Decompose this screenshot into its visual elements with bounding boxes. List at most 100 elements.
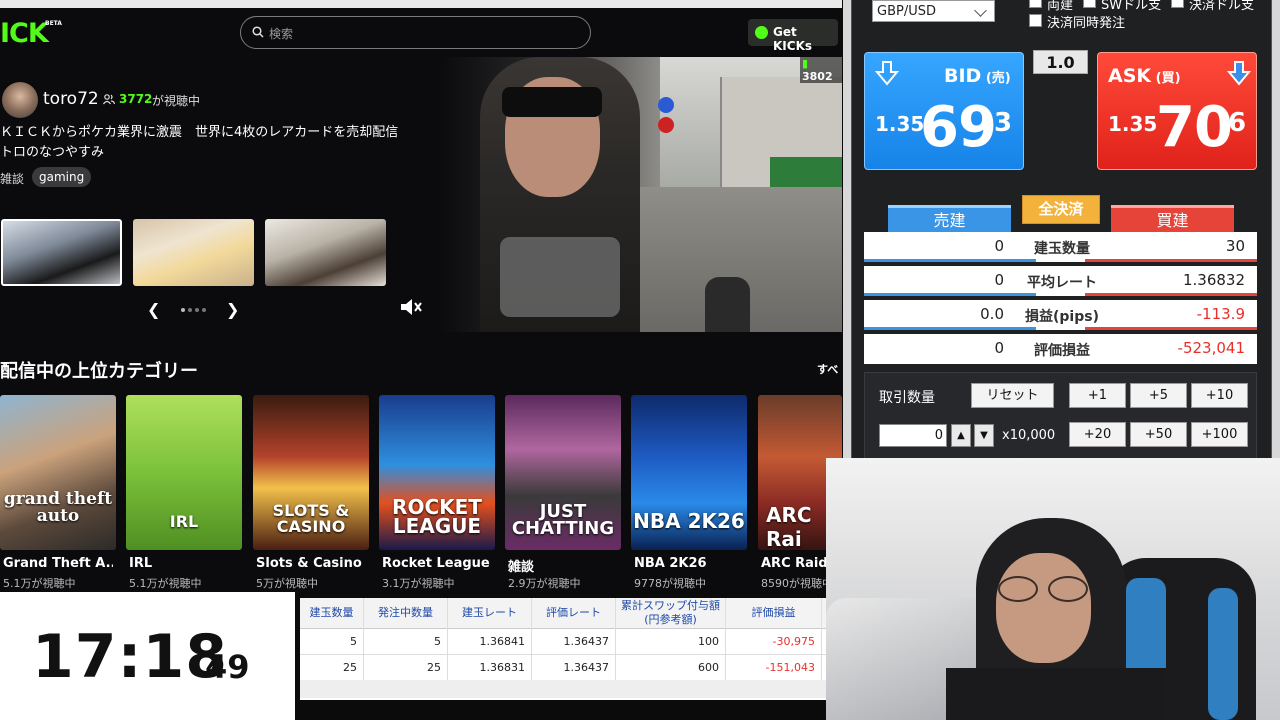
ask-price-main: 70 (1156, 95, 1233, 160)
column-header: 発注中数量 (364, 598, 448, 629)
table-cell: 1.36841 (448, 629, 532, 655)
carousel-dot[interactable] (188, 308, 192, 312)
webcam-glasses (998, 576, 1038, 602)
close-all-button[interactable]: 全決済 (1022, 195, 1100, 224)
row-label: 評価損益 (1034, 343, 1090, 359)
positions-table: 建玉数量 発注中数量 建玉レート 評価レート 累計スワップ付与額 (円参考額) … (300, 598, 834, 700)
buy-value: -523,041 (1177, 339, 1245, 357)
inc-1-button[interactable]: +1 (1069, 383, 1126, 408)
arrow-down-icon (875, 61, 899, 86)
checkbox-settle[interactable] (1171, 0, 1184, 8)
category-cover: JUST CHATTING (511, 501, 615, 539)
carousel-thumbnail-3[interactable] (265, 219, 386, 286)
buy-value: 30 (1225, 237, 1245, 255)
buy-bar (1085, 293, 1257, 296)
category-card-nba-2k26[interactable]: NBA 2K26 (631, 395, 747, 550)
categories-heading: 配信中の上位カテゴリー (0, 361, 198, 382)
category-card-rocket-league[interactable]: ROCKET LEAGUE (379, 395, 495, 550)
category-card-just-chatting[interactable]: JUST CHATTING (505, 395, 621, 550)
checkbox-sw[interactable] (1083, 0, 1096, 8)
stream-video[interactable] (440, 57, 842, 332)
sell-value: 0 (994, 339, 1004, 357)
video-object (500, 237, 620, 317)
reset-button[interactable]: リセット (971, 383, 1054, 408)
video-viewer-count: 3802 (802, 70, 833, 83)
category-name[interactable]: NBA 2K26 (634, 556, 707, 571)
column-header: 建玉レート (448, 598, 532, 629)
category-card-irl[interactable]: IRL (126, 395, 242, 550)
bid-label: BID (売) (944, 65, 1011, 87)
ask-label: ASK (買) (1108, 65, 1181, 87)
carousel-thumbnail-2[interactable] (133, 219, 254, 286)
category-name[interactable]: Grand Theft A... (3, 556, 113, 571)
buy-value: -113.9 (1196, 305, 1245, 323)
inc-10-button[interactable]: +10 (1191, 383, 1248, 408)
buy-bar (1085, 259, 1257, 262)
stream-title[interactable]: ＫＩＣＫからポケカ業界に激震 世界に4枚のレアカードを売却配信 トロのなつやすみ (0, 123, 411, 163)
buy-bar (1085, 327, 1257, 330)
quantity-input[interactable]: 0 (879, 424, 947, 447)
column-header: 評価レート (532, 598, 616, 629)
inc-20-button[interactable]: +20 (1069, 422, 1126, 447)
carousel-dot[interactable] (195, 308, 199, 312)
category-name[interactable]: ARC Raide (761, 556, 831, 571)
category-viewers: 3.1万が視聴中 (382, 577, 455, 590)
checkbox-hedge[interactable] (1029, 0, 1042, 8)
checkbox-simultaneous[interactable] (1029, 14, 1042, 27)
browser-top-strip (0, 0, 842, 8)
unit-label: x10,000 (1002, 428, 1056, 443)
tab-sell-positions[interactable]: 売建 (888, 205, 1011, 234)
kick-logo[interactable]: ICK (0, 18, 49, 49)
ask-label-text: ASK (1108, 65, 1152, 87)
column-header: 建玉数量 (300, 598, 364, 629)
table-cell: 1.36437 (532, 629, 616, 655)
quantity-decrease-button[interactable]: ▼ (974, 424, 994, 447)
clock-seconds: 49 (205, 648, 250, 686)
inc-50-button[interactable]: +50 (1130, 422, 1187, 447)
chevron-left-icon[interactable]: ❮ (147, 300, 160, 319)
mute-icon[interactable] (398, 296, 422, 318)
carousel-dot[interactable] (181, 308, 185, 312)
table-footer (300, 680, 834, 698)
bid-label-jp: (売) (985, 71, 1011, 86)
viewers-icon (103, 94, 115, 105)
lot-size-label: 取引数量 (879, 390, 935, 406)
streamer-name[interactable]: toro72 (43, 89, 99, 109)
viewer-count: 3772 (119, 92, 153, 106)
search-input[interactable]: 検索 (240, 16, 591, 49)
inc-5-button[interactable]: +5 (1130, 383, 1187, 408)
stream-category[interactable]: 雑談 (0, 170, 24, 187)
category-name[interactable]: IRL (129, 556, 152, 571)
category-name[interactable]: 雑談 (508, 556, 534, 575)
inc-100-button[interactable]: +100 (1191, 422, 1248, 447)
category-card-gta[interactable]: grand theft auto (0, 395, 116, 550)
see-all-link[interactable]: すべ (817, 361, 838, 377)
chevron-right-icon[interactable]: ❯ (226, 300, 239, 319)
table-cell: 25 (364, 655, 448, 681)
table-cell: 25 (300, 655, 364, 681)
category-viewers: 5万が視聴中 (256, 577, 318, 590)
row-label: 建玉数量 (1034, 241, 1090, 257)
clock-time: 17:18 (32, 622, 228, 692)
category-name[interactable]: Rocket League (382, 556, 490, 571)
sell-value: 0.0 (980, 305, 1004, 323)
tab-buy-positions[interactable]: 買建 (1111, 205, 1234, 234)
checkbox-label: 決済同時発注 (1047, 16, 1126, 31)
kick-site: ICK BETA 検索 Get KICKs ▮ 3802 toro72 3772… (0, 0, 842, 592)
category-viewers: 8590が視聴中 (761, 577, 833, 590)
arrow-down-icon (1227, 61, 1251, 86)
carousel-thumbnail-1[interactable] (1, 219, 122, 286)
category-card-slots[interactable]: SLOTS & CASINO (253, 395, 369, 550)
table-cell: 600 (616, 655, 726, 681)
streamer-avatar[interactable] (2, 82, 38, 118)
bid-label-text: BID (944, 65, 982, 87)
category-name[interactable]: Slots & Casino (256, 556, 362, 571)
quantity-increase-button[interactable]: ▲ (951, 424, 971, 447)
tag-gaming[interactable]: gaming (32, 167, 92, 187)
carousel-dot[interactable] (202, 308, 206, 312)
get-kicks-button[interactable]: Get KICKs (748, 19, 838, 53)
video-sunglasses (502, 87, 602, 117)
row-label: 平均レート (1027, 275, 1097, 291)
kicks-coin-icon (755, 26, 768, 39)
buy-value: 1.36832 (1182, 271, 1245, 289)
